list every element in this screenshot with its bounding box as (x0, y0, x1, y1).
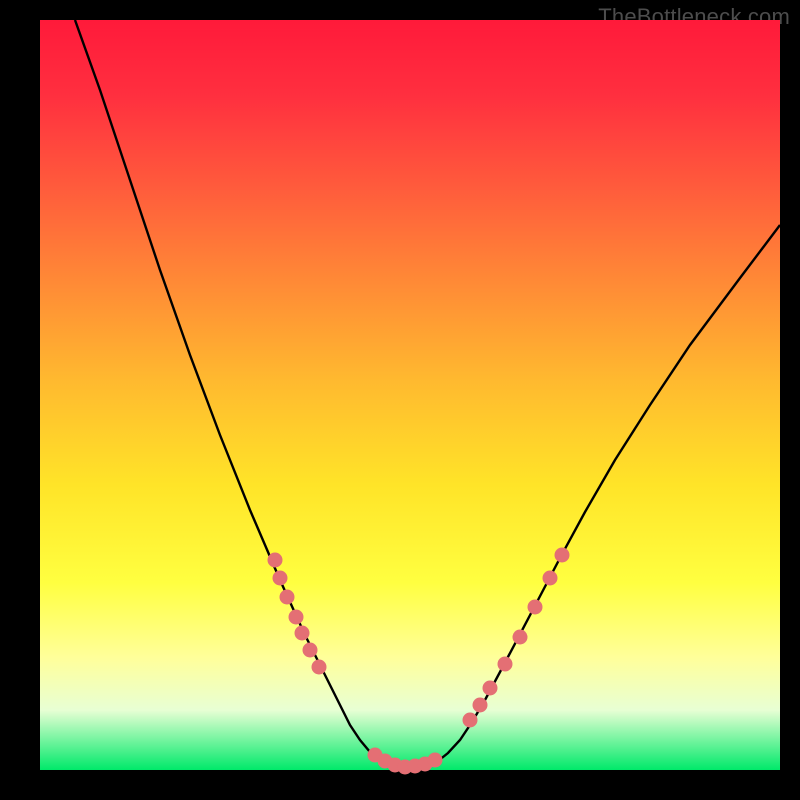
data-marker (528, 600, 543, 615)
data-marker (473, 698, 488, 713)
chart-frame: TheBottleneck.com (0, 0, 800, 800)
data-marker (289, 610, 304, 625)
data-marker (295, 626, 310, 641)
data-marker (543, 571, 558, 586)
data-marker (312, 660, 327, 675)
data-marker (280, 590, 295, 605)
data-marker (463, 713, 478, 728)
data-marker (273, 571, 288, 586)
data-marker (303, 643, 318, 658)
plot-area (40, 20, 780, 770)
data-marker (268, 553, 283, 568)
data-marker (428, 753, 443, 768)
data-marker (555, 548, 570, 563)
data-marker (483, 681, 498, 696)
data-marker (513, 630, 528, 645)
data-marker (498, 657, 513, 672)
curve-svg (40, 20, 780, 770)
bottleneck-curve (75, 20, 780, 769)
